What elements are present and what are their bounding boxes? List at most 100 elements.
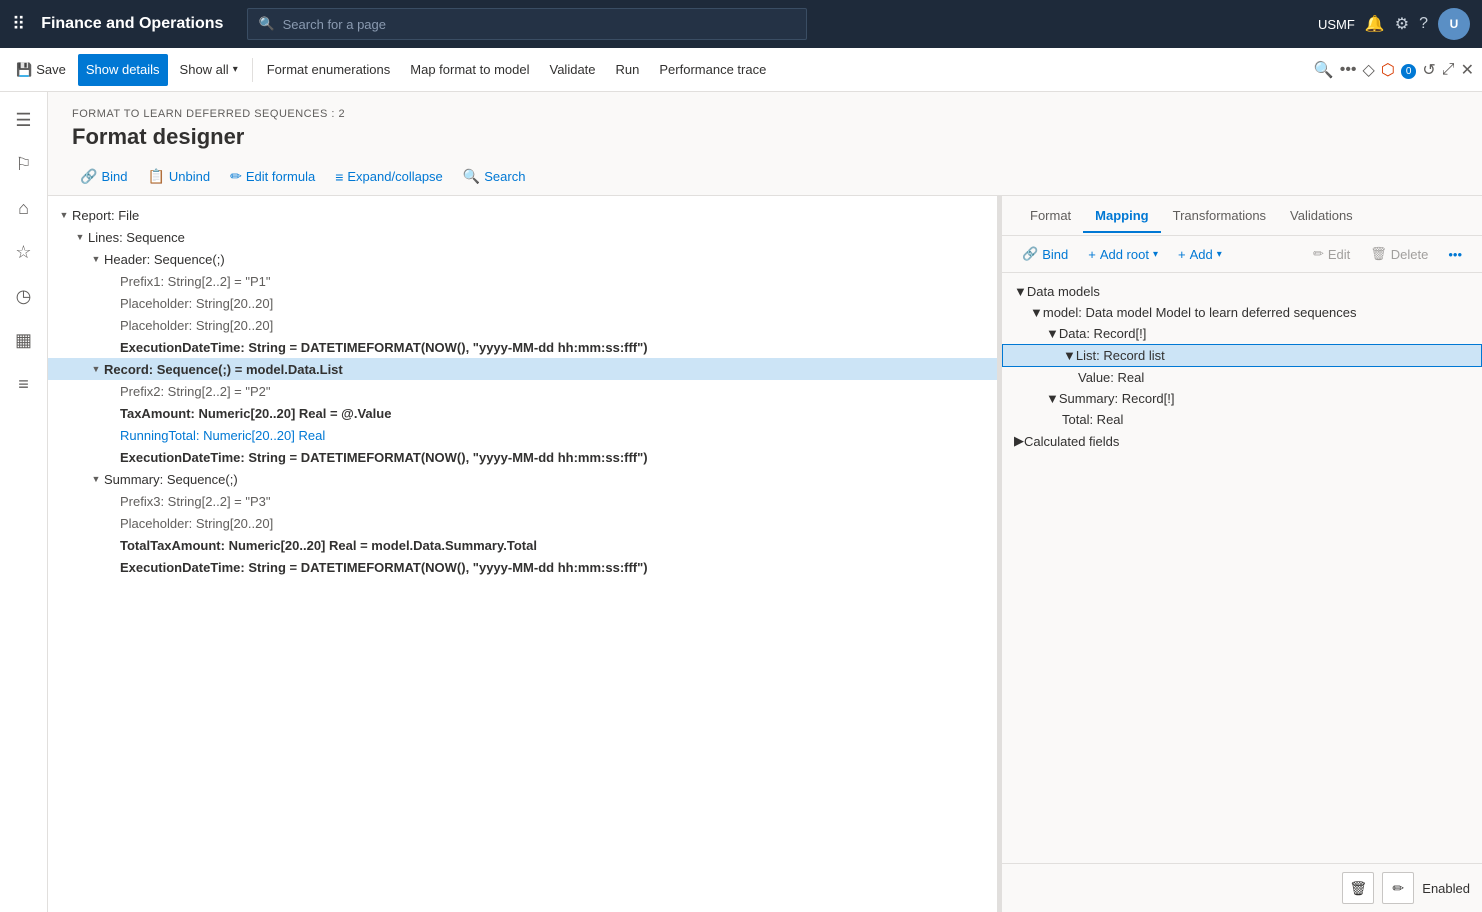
tree-item[interactable]: ▼ Report: File bbox=[48, 204, 997, 226]
right-tree-item[interactable]: ▼ Summary: Record[!] bbox=[1002, 388, 1482, 409]
search-placeholder: Search for a page bbox=[283, 17, 386, 32]
sidebar-home-icon[interactable]: ⌂ bbox=[4, 188, 44, 228]
search-button[interactable]: 🔍 Search bbox=[455, 164, 534, 189]
search-cmd-icon[interactable]: 🔍 bbox=[1314, 60, 1334, 80]
tree-item[interactable]: ExecutionDateTime: String = DATETIMEFORM… bbox=[48, 556, 997, 578]
right-tree-item[interactable]: ▶ Calculated fields bbox=[1002, 430, 1482, 452]
tree-item[interactable]: Prefix2: String[2..2] = "P2" bbox=[48, 380, 997, 402]
sidebar-modules-icon[interactable]: ≡ bbox=[4, 364, 44, 404]
tree-item[interactable]: ▼ Summary: Sequence(;) bbox=[48, 468, 997, 490]
expand-icon[interactable]: ▼ bbox=[1046, 391, 1059, 406]
validate-button[interactable]: Validate bbox=[542, 54, 604, 86]
sidebar-filter-icon[interactable]: ⚐ bbox=[4, 144, 44, 184]
expand-icon[interactable]: ▶ bbox=[1014, 433, 1024, 449]
expand-icon[interactable]: ▼ bbox=[88, 361, 104, 377]
app-title: Finance and Operations bbox=[41, 15, 223, 33]
tab-format[interactable]: Format bbox=[1018, 200, 1083, 233]
right-tabs: Format Mapping Transformations Validatio… bbox=[1002, 196, 1482, 236]
edit-bottom-button[interactable]: ✏ bbox=[1382, 872, 1414, 904]
maximize-icon[interactable]: ⤢ bbox=[1442, 61, 1455, 79]
more-icon[interactable]: ••• bbox=[1340, 61, 1357, 79]
tree-item[interactable]: Placeholder: String[20..20] bbox=[48, 512, 997, 534]
tree-item[interactable]: ExecutionDateTime: String = DATETIMEFORM… bbox=[48, 336, 997, 358]
refresh-icon[interactable]: ↺ bbox=[1422, 60, 1435, 80]
tree-item-selected[interactable]: ▼ Record: Sequence(;) = model.Data.List bbox=[48, 358, 997, 380]
settings-icon[interactable]: ⚙ bbox=[1395, 14, 1409, 34]
right-bind-icon: 🔗 bbox=[1022, 246, 1038, 262]
help-icon[interactable]: ? bbox=[1419, 15, 1428, 33]
delete-bottom-button[interactable]: 🗑 bbox=[1342, 872, 1374, 904]
tree-item[interactable]: ▼ Header: Sequence(;) bbox=[48, 248, 997, 270]
add-button[interactable]: + Add ▾ bbox=[1170, 243, 1230, 266]
right-tree-item-selected[interactable]: ▼ List: Record list bbox=[1002, 344, 1482, 367]
breadcrumb: FORMAT TO LEARN DEFERRED SEQUENCES : 2 bbox=[72, 108, 1458, 120]
status-label: Enabled bbox=[1422, 881, 1470, 896]
add-root-button[interactable]: + Add root ▾ bbox=[1080, 243, 1166, 266]
unbind-button[interactable]: 📋 Unbind bbox=[139, 164, 218, 189]
save-button[interactable]: 💾 Save bbox=[8, 54, 74, 86]
format-enumerations-button[interactable]: Format enumerations bbox=[259, 54, 399, 86]
tab-mapping[interactable]: Mapping bbox=[1083, 200, 1160, 233]
bind-button[interactable]: 🔗 Bind bbox=[72, 164, 135, 189]
org-label: USMF bbox=[1318, 17, 1355, 32]
edit-icon: ✏ bbox=[1313, 246, 1324, 262]
expand-icon[interactable]: ▼ bbox=[1030, 305, 1043, 320]
close-icon[interactable]: ✕ bbox=[1461, 60, 1474, 80]
format-toolbar: 🔗 Bind 📋 Unbind ✏ Edit formula ≡ Expand/… bbox=[48, 158, 1482, 196]
left-sidebar: ☰ ⚐ ⌂ ☆ ◷ ▦ ≡ bbox=[0, 92, 48, 912]
sidebar-calendar-icon[interactable]: ▦ bbox=[4, 320, 44, 360]
expand-icon[interactable]: ▼ bbox=[72, 229, 88, 245]
right-tree-item[interactable]: ▼ Data: Record[!] bbox=[1002, 323, 1482, 344]
add-chevron-icon: ▾ bbox=[1217, 249, 1222, 260]
left-tree-pane[interactable]: ▼ Report: File ▼ Lines: Sequence ▼ Heade… bbox=[48, 196, 998, 912]
right-bind-button[interactable]: 🔗 Bind bbox=[1014, 242, 1076, 266]
badge-icon[interactable]: 0 bbox=[1401, 61, 1417, 79]
show-all-button[interactable]: Show all ▾ bbox=[172, 54, 246, 86]
sidebar-favorites-icon[interactable]: ☆ bbox=[4, 232, 44, 272]
right-tree-item[interactable]: Value: Real bbox=[1002, 367, 1482, 388]
diamond-icon[interactable]: ◇ bbox=[1363, 60, 1375, 80]
edit-formula-button[interactable]: ✏ Edit formula bbox=[222, 164, 323, 189]
tree-item[interactable]: Placeholder: String[20..20] bbox=[48, 292, 997, 314]
notification-icon[interactable]: 🔔 bbox=[1365, 14, 1385, 34]
page-title: Format designer bbox=[72, 124, 1458, 150]
expand-icon[interactable]: ▼ bbox=[88, 471, 104, 487]
right-tree-item[interactable]: Total: Real bbox=[1002, 409, 1482, 430]
global-search-bar[interactable]: 🔍 Search for a page bbox=[247, 8, 807, 40]
tree-item[interactable]: TotalTaxAmount: Numeric[20..20] Real = m… bbox=[48, 534, 997, 556]
expand-icon[interactable]: ▼ bbox=[1063, 348, 1076, 363]
grid-icon[interactable]: ⠿ bbox=[12, 14, 25, 35]
expand-icon[interactable]: ▼ bbox=[88, 251, 104, 267]
command-right-icons: 🔍 ••• ◇ ⬡ 0 ↺ ⤢ ✕ bbox=[1314, 60, 1474, 80]
tree-item[interactable]: Prefix3: String[2..2] = "P3" bbox=[48, 490, 997, 512]
right-tree[interactable]: ▼ Data models ▼ model: Data model Model … bbox=[1002, 273, 1482, 863]
more-right-button[interactable]: ••• bbox=[1440, 243, 1470, 266]
avatar[interactable]: U bbox=[1438, 8, 1470, 40]
right-tree-item[interactable]: ▼ Data models bbox=[1002, 281, 1482, 302]
run-button[interactable]: Run bbox=[608, 54, 648, 86]
right-tree-item[interactable]: ▼ model: Data model Model to learn defer… bbox=[1002, 302, 1482, 323]
top-right-icons: USMF 🔔 ⚙ ? U bbox=[1318, 8, 1470, 40]
show-all-chevron-icon: ▾ bbox=[233, 64, 238, 75]
office-icon[interactable]: ⬡ bbox=[1381, 60, 1395, 80]
performance-trace-button[interactable]: Performance trace bbox=[651, 54, 774, 86]
expand-icon[interactable]: ▼ bbox=[56, 207, 72, 223]
expand-collapse-button[interactable]: ≡ Expand/collapse bbox=[327, 165, 451, 189]
search-icon: 🔍 bbox=[258, 16, 274, 32]
sidebar-recent-icon[interactable]: ◷ bbox=[4, 276, 44, 316]
sidebar-hamburger-icon[interactable]: ☰ bbox=[4, 100, 44, 140]
edit-button[interactable]: ✏ Edit bbox=[1305, 242, 1358, 266]
tree-item[interactable]: Placeholder: String[20..20] bbox=[48, 314, 997, 336]
tree-item[interactable]: ExecutionDateTime: String = DATETIMEFORM… bbox=[48, 446, 997, 468]
tree-item[interactable]: RunningTotal: Numeric[20..20] Real bbox=[48, 424, 997, 446]
delete-button[interactable]: 🗑 Delete bbox=[1362, 242, 1436, 266]
tree-item[interactable]: TaxAmount: Numeric[20..20] Real = @.Valu… bbox=[48, 402, 997, 424]
tab-validations[interactable]: Validations bbox=[1278, 200, 1365, 233]
tab-transformations[interactable]: Transformations bbox=[1161, 200, 1278, 233]
tree-item[interactable]: ▼ Lines: Sequence bbox=[48, 226, 997, 248]
expand-icon[interactable]: ▼ bbox=[1014, 284, 1027, 299]
show-details-button[interactable]: Show details bbox=[78, 54, 168, 86]
tree-item[interactable]: Prefix1: String[2..2] = "P1" bbox=[48, 270, 997, 292]
expand-icon[interactable]: ▼ bbox=[1046, 326, 1059, 341]
map-format-to-model-button[interactable]: Map format to model bbox=[402, 54, 537, 86]
